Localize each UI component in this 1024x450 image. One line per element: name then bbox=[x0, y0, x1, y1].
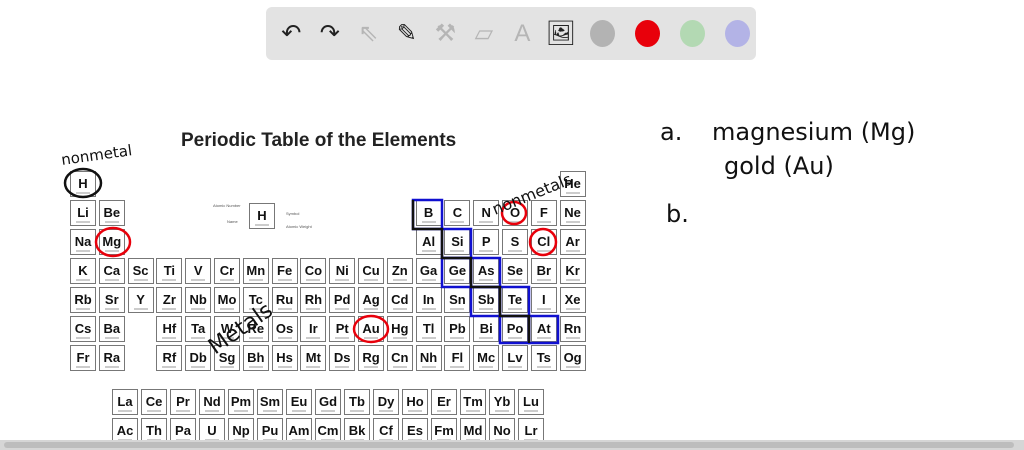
answer-a-line2: gold (Au) bbox=[724, 152, 834, 180]
label-nonmetals: nonmetals bbox=[489, 169, 574, 218]
label-metals: Metals bbox=[204, 298, 277, 360]
horizontal-scrollbar[interactable] bbox=[0, 440, 1024, 450]
circle-h bbox=[63, 167, 103, 199]
ink-annotations: nonmetal nonmetals Metals a. magnesium (… bbox=[60, 118, 915, 360]
scrollbar-thumb[interactable] bbox=[4, 442, 1014, 448]
answer-b-label: b. bbox=[666, 200, 689, 228]
circle-au bbox=[352, 314, 390, 344]
circle-cl bbox=[528, 227, 558, 257]
answer-a-line1: magnesium (Mg) bbox=[712, 118, 915, 146]
label-nonmetal: nonmetal bbox=[60, 141, 133, 169]
metalloid-boxes bbox=[411, 198, 560, 345]
circle-mg bbox=[94, 226, 132, 258]
staircase-line bbox=[411, 200, 531, 343]
answer-a-label: a. bbox=[660, 118, 682, 146]
